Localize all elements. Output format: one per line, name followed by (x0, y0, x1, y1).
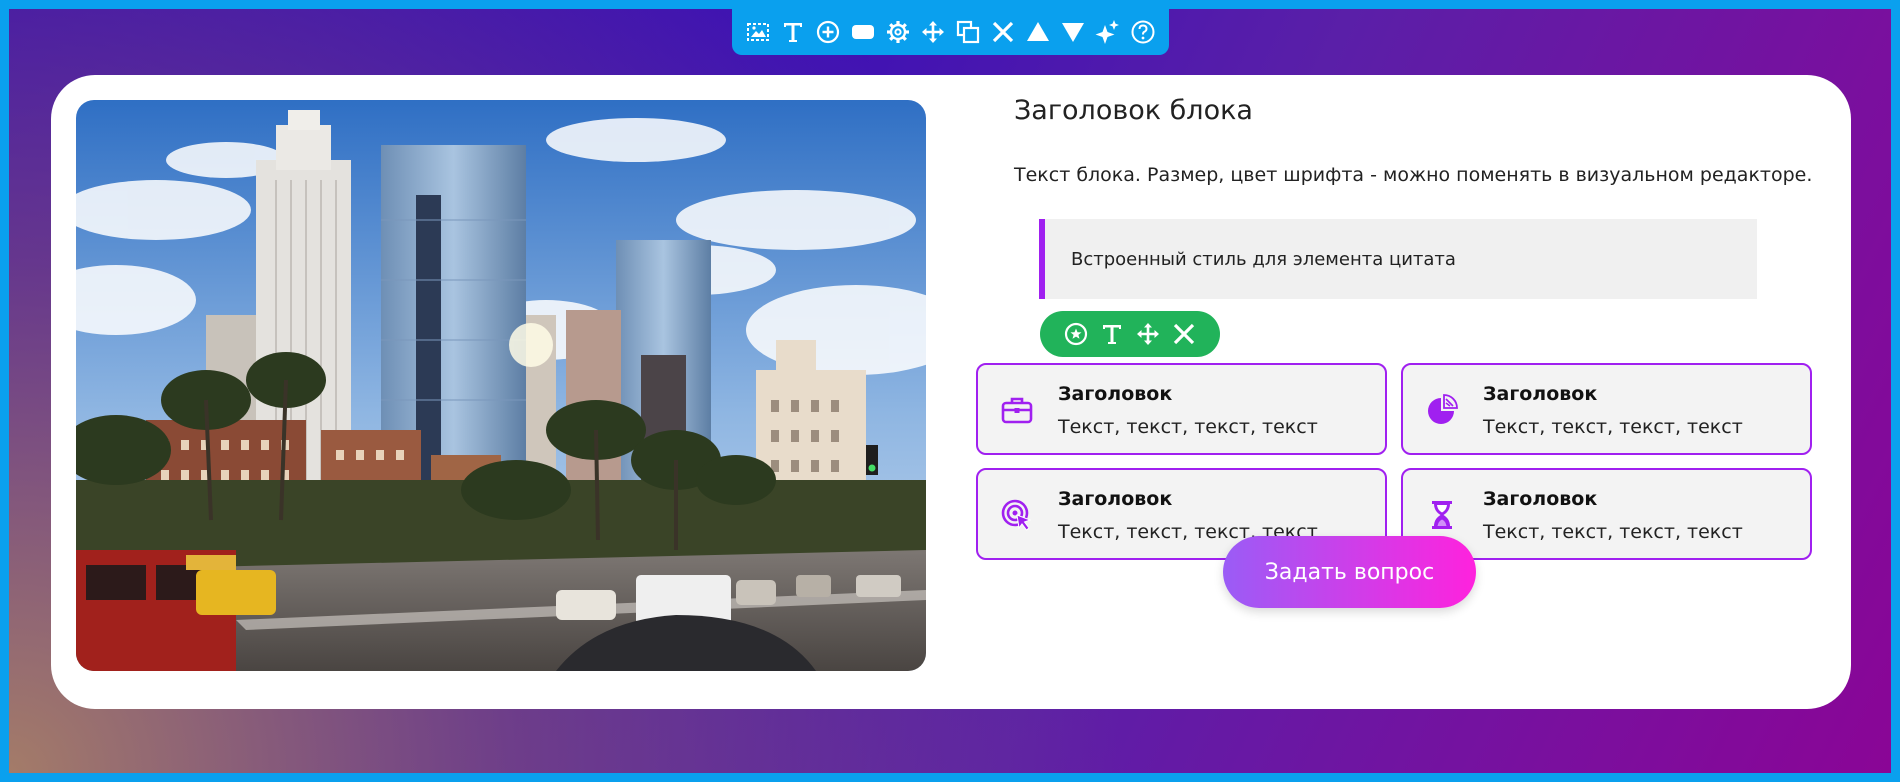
city-photo (76, 100, 926, 671)
add-block-icon[interactable] (815, 19, 841, 45)
move-up-icon[interactable] (1025, 19, 1051, 45)
target-click-icon (1000, 498, 1034, 532)
block-title: Заголовок блока (1014, 95, 1253, 126)
feature-heading: Заголовок (1483, 383, 1598, 405)
quote-block: Встроенный стиль для элемента цитата (1039, 219, 1757, 299)
feature-card[interactable]: Заголовок Текст, текст, текст, текст (976, 363, 1387, 455)
feature-heading: Заголовок (1058, 383, 1173, 405)
feature-text: Текст, текст, текст, текст (1058, 416, 1318, 438)
close-icon[interactable] (1170, 320, 1198, 348)
image-settings-icon[interactable] (745, 19, 771, 45)
quote-text: Встроенный стиль для элемента цитата (1071, 248, 1456, 270)
feature-heading: Заголовок (1058, 488, 1173, 510)
magic-icon[interactable] (1095, 19, 1121, 45)
button-element-icon[interactable] (850, 19, 876, 45)
move-icon[interactable] (1134, 320, 1162, 348)
editor-toolbar (732, 9, 1169, 55)
move-icon[interactable] (920, 19, 946, 45)
duplicate-icon[interactable] (955, 19, 981, 45)
close-icon[interactable] (990, 19, 1016, 45)
text-icon[interactable] (1098, 320, 1126, 348)
block-text: Текст блока. Размер, цвет шрифта - можно… (1014, 164, 1813, 186)
text-icon[interactable] (780, 19, 806, 45)
star-circle-icon[interactable] (1062, 320, 1090, 348)
briefcase-icon (1000, 393, 1034, 427)
gear-icon[interactable] (885, 19, 911, 45)
feature-text: Текст, текст, текст, текст (1483, 416, 1743, 438)
pie-chart-icon (1425, 393, 1459, 427)
feature-card[interactable]: Заголовок Текст, текст, текст, текст (1401, 363, 1812, 455)
ask-question-button[interactable]: Задать вопрос (1223, 536, 1476, 608)
element-toolbar (1040, 311, 1220, 357)
feature-text: Текст, текст, текст, текст (1483, 521, 1743, 543)
feature-heading: Заголовок (1483, 488, 1598, 510)
move-down-icon[interactable] (1060, 19, 1086, 45)
hourglass-icon (1425, 498, 1459, 532)
help-icon[interactable] (1130, 19, 1156, 45)
